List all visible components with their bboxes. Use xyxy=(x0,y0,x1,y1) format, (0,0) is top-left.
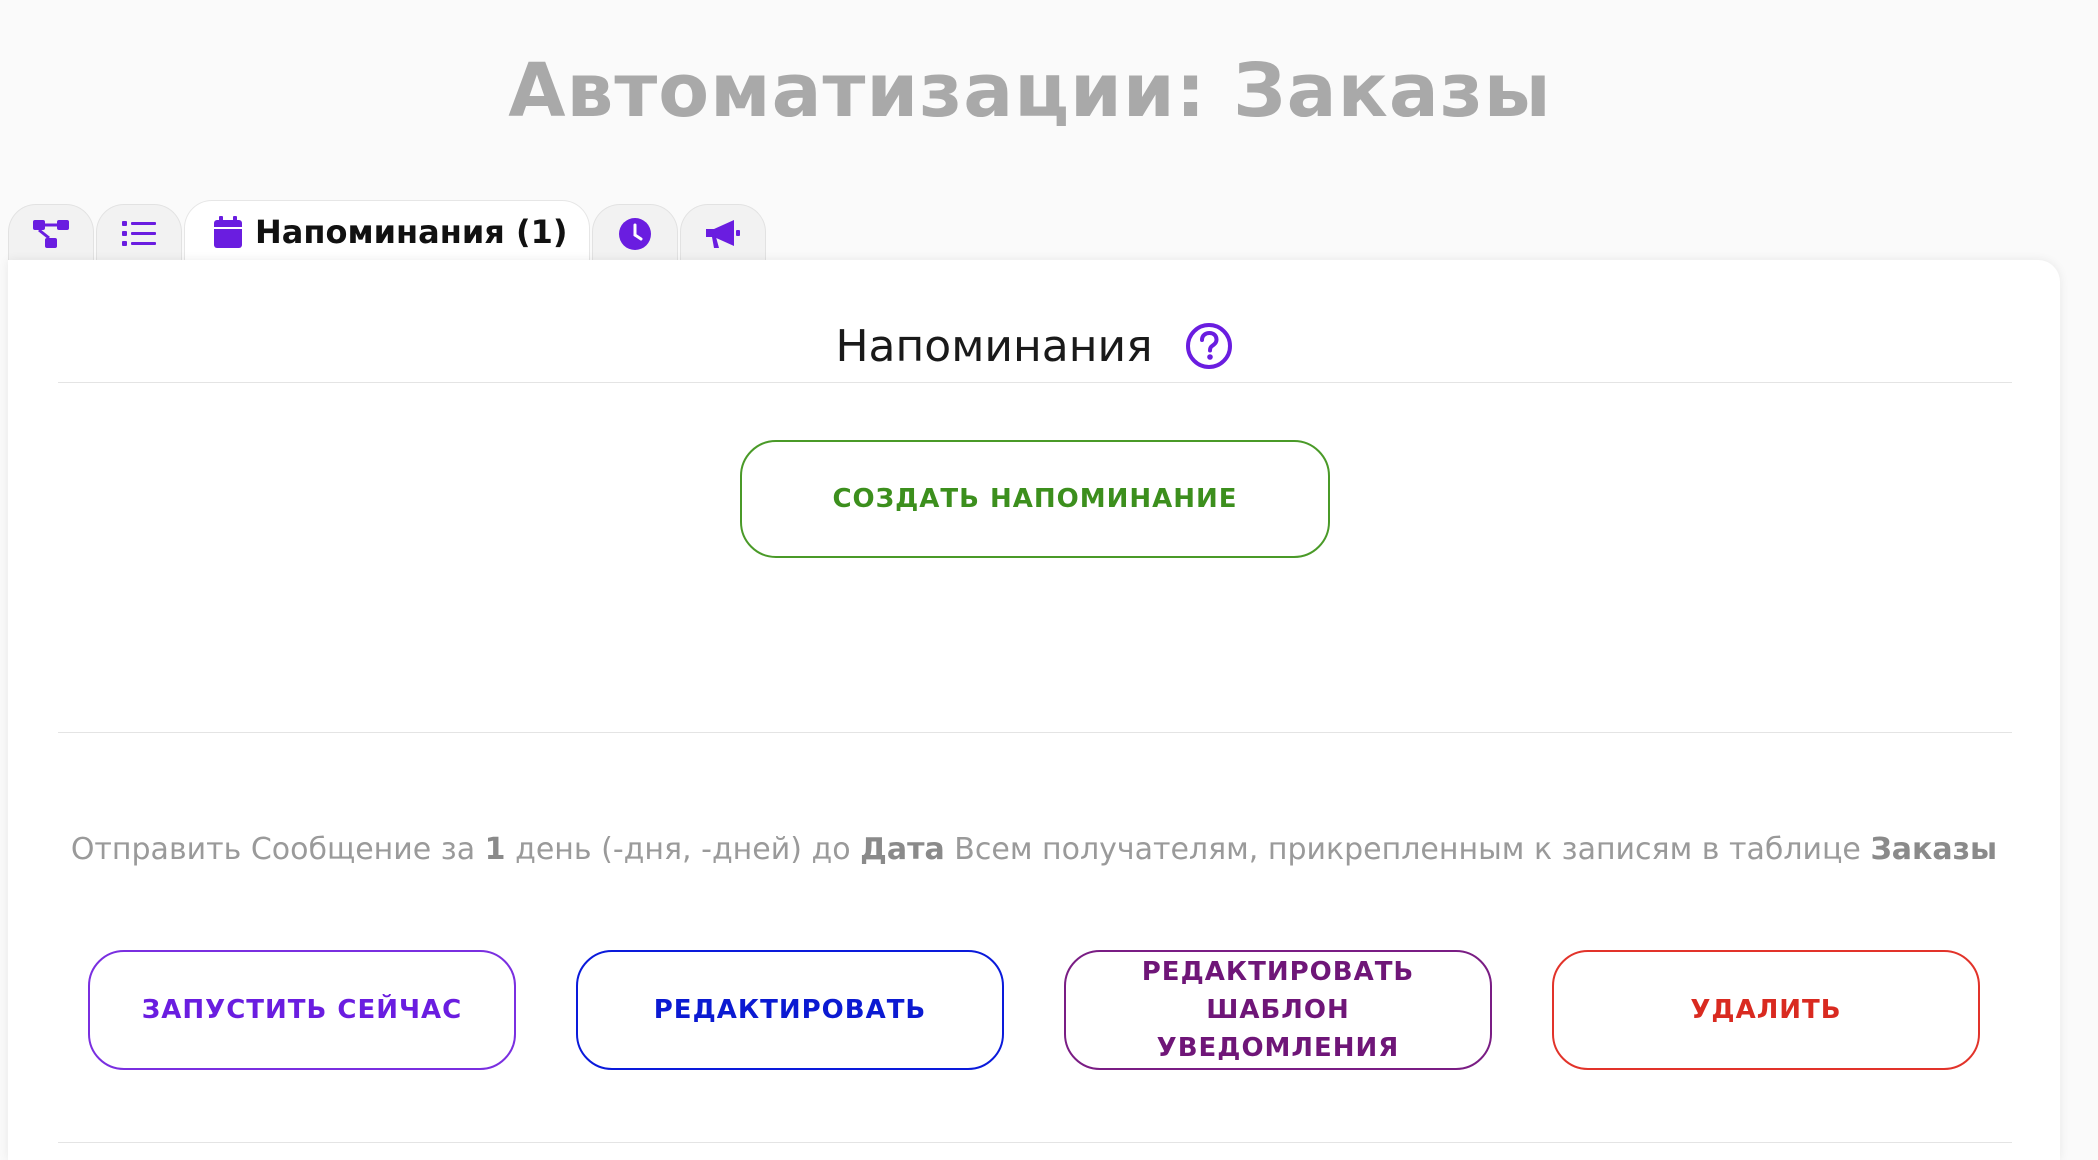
section-divider xyxy=(58,732,2012,733)
edit-template-button[interactable]: редактировать шаблон уведомления xyxy=(1064,950,1492,1070)
description-text: день (-дня, -дней) до xyxy=(505,832,861,867)
automation-tabs: Напоминания (1) xyxy=(8,200,768,262)
delete-button[interactable]: удалить xyxy=(1552,950,1980,1070)
description-field: Дата xyxy=(860,832,945,867)
clock-icon xyxy=(619,217,652,250)
tab-reminders[interactable]: Напоминания (1) xyxy=(184,200,591,262)
reminders-panel: Напоминания создать напоминание Отправит… xyxy=(8,260,2060,1160)
calendar-icon xyxy=(214,215,242,248)
description-text: Отправить Сообщение за xyxy=(70,832,485,867)
description-table: Заказы xyxy=(1870,832,1998,867)
tab-flowchart[interactable] xyxy=(8,204,94,262)
tab-reminders-label: Напоминания (1) xyxy=(255,212,568,251)
tab-broadcast[interactable] xyxy=(680,204,767,262)
question-circle-icon[interactable] xyxy=(1185,322,1233,370)
section-title: Напоминания xyxy=(835,320,1153,372)
edit-button[interactable]: редактировать xyxy=(576,950,1004,1070)
tab-list[interactable] xyxy=(96,204,182,262)
run-now-button[interactable]: запустить сейчас xyxy=(88,950,516,1070)
bottom-divider xyxy=(58,1142,2012,1143)
flowchart-icon xyxy=(33,219,69,248)
create-reminder-button[interactable]: создать напоминание xyxy=(740,440,1330,558)
list-icon xyxy=(122,220,156,246)
page-title: Автоматизации: Заказы xyxy=(508,48,1552,134)
reminder-description: Отправить Сообщение за 1 день (-дня, -дн… xyxy=(8,832,2060,867)
description-text: Всем получателям, прикрепленным к запися… xyxy=(944,832,1871,867)
header-divider xyxy=(58,382,2012,383)
tab-schedule[interactable] xyxy=(592,204,679,262)
section-header: Напоминания xyxy=(8,316,2060,376)
description-count: 1 xyxy=(484,832,506,867)
megaphone-icon xyxy=(706,219,741,248)
